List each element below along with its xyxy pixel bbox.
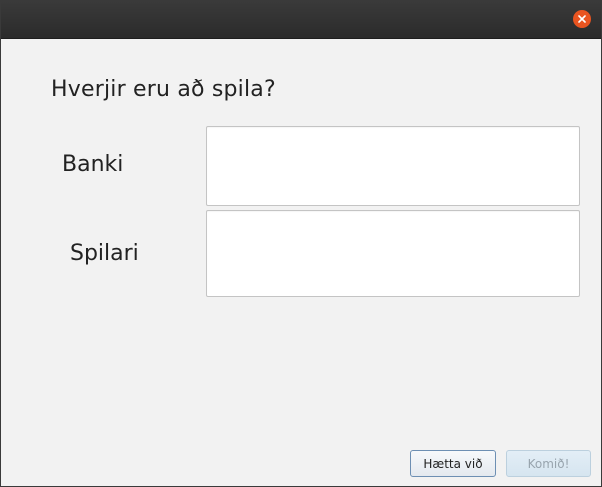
player-label: Spilari xyxy=(70,241,139,266)
banker-input[interactable] xyxy=(206,126,580,206)
close-button[interactable] xyxy=(573,10,591,28)
cancel-button[interactable]: Hætta við xyxy=(410,450,496,477)
dialog-content: Hverjir eru að spila? Banki Spilari Hætt… xyxy=(1,39,601,486)
close-icon xyxy=(578,15,586,23)
player-input[interactable] xyxy=(206,210,580,297)
ok-button[interactable]: Komið! xyxy=(506,450,591,477)
dialog-window: Hverjir eru að spila? Banki Spilari Hætt… xyxy=(0,0,602,487)
title-bar[interactable] xyxy=(1,1,601,39)
prompt-heading: Hverjir eru að spila? xyxy=(51,77,276,102)
banker-label: Banki xyxy=(62,152,124,177)
